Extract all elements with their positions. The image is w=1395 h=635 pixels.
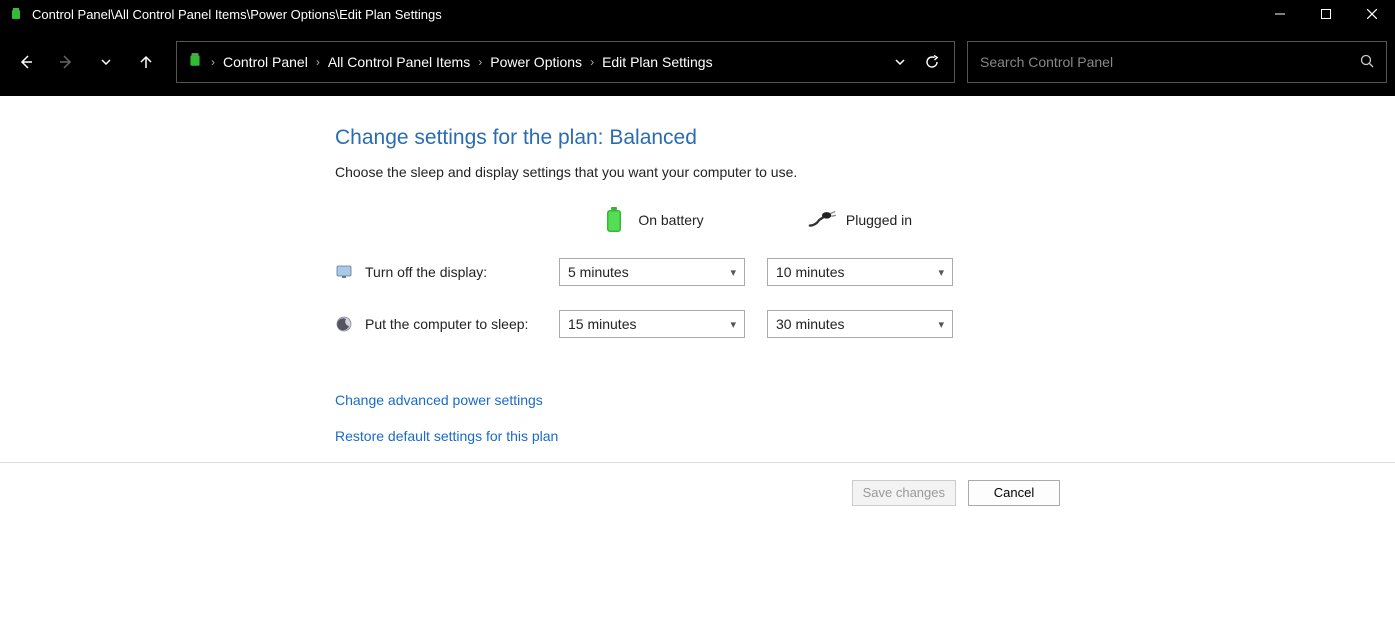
- breadcrumb-all-items[interactable]: All Control Panel Items: [328, 54, 470, 70]
- battery-icon: [600, 206, 628, 234]
- breadcrumb-separator-icon: ›: [478, 55, 482, 69]
- column-header-plugged: Plugged in: [846, 212, 912, 228]
- restore-defaults-link[interactable]: Restore default settings for this plan: [335, 428, 1395, 444]
- advanced-settings-link[interactable]: Change advanced power settings: [335, 392, 1395, 408]
- window-title: Control Panel\All Control Panel Items\Po…: [32, 7, 1257, 22]
- sleep-icon: [335, 315, 353, 333]
- breadcrumb-power-options[interactable]: Power Options: [490, 54, 582, 70]
- breadcrumb-control-panel[interactable]: Control Panel: [223, 54, 308, 70]
- cancel-button[interactable]: Cancel: [968, 480, 1060, 506]
- up-button[interactable]: [128, 44, 164, 80]
- refresh-button[interactable]: [920, 55, 944, 69]
- sleep-battery-select[interactable]: 15 minutes ▾: [559, 310, 745, 338]
- breadcrumb-separator-icon: ›: [590, 55, 594, 69]
- chevron-down-icon: ▾: [730, 318, 736, 331]
- save-button: Save changes: [852, 480, 956, 506]
- display-battery-select[interactable]: 5 minutes ▾: [559, 258, 745, 286]
- display-plugged-value: 10 minutes: [776, 264, 844, 280]
- page-subtitle: Choose the sleep and display settings th…: [335, 164, 1395, 180]
- app-icon: [8, 6, 24, 22]
- chevron-down-icon: ▾: [938, 266, 944, 279]
- title-bar: Control Panel\All Control Panel Items\Po…: [0, 0, 1395, 28]
- minimize-button[interactable]: [1257, 0, 1303, 28]
- address-app-icon: [187, 52, 203, 73]
- page-title: Change settings for the plan: Balanced: [335, 126, 1395, 150]
- sleep-battery-value: 15 minutes: [568, 316, 636, 332]
- breadcrumb-separator-icon: ›: [316, 55, 320, 69]
- back-button[interactable]: [8, 44, 44, 80]
- display-battery-value: 5 minutes: [568, 264, 629, 280]
- close-button[interactable]: [1349, 0, 1395, 28]
- maximize-button[interactable]: [1303, 0, 1349, 28]
- address-dropdown-button[interactable]: [888, 56, 912, 68]
- breadcrumb-edit-plan[interactable]: Edit Plan Settings: [602, 54, 713, 70]
- search-box[interactable]: [967, 41, 1387, 83]
- breadcrumb-separator-icon: ›: [211, 55, 215, 69]
- forward-button[interactable]: [48, 44, 84, 80]
- display-icon: [335, 263, 353, 281]
- button-bar: Save changes Cancel: [0, 462, 1395, 522]
- main-content: Change settings for the plan: Balanced C…: [0, 96, 1395, 444]
- chevron-down-icon: ▾: [938, 318, 944, 331]
- plug-icon: [808, 206, 836, 234]
- display-plugged-select[interactable]: 10 minutes ▾: [767, 258, 953, 286]
- sleep-plugged-value: 30 minutes: [776, 316, 844, 332]
- chevron-down-icon: ▾: [730, 266, 736, 279]
- address-bar[interactable]: › Control Panel › All Control Panel Item…: [176, 41, 955, 83]
- row-label-display: Turn off the display:: [365, 264, 487, 280]
- nav-bar: › Control Panel › All Control Panel Item…: [0, 28, 1395, 96]
- row-label-sleep: Put the computer to sleep:: [365, 316, 528, 332]
- column-header-battery: On battery: [638, 212, 703, 228]
- recent-locations-button[interactable]: [88, 44, 124, 80]
- sleep-plugged-select[interactable]: 30 minutes ▾: [767, 310, 953, 338]
- search-icon: [1360, 54, 1374, 71]
- search-input[interactable]: [980, 54, 1360, 70]
